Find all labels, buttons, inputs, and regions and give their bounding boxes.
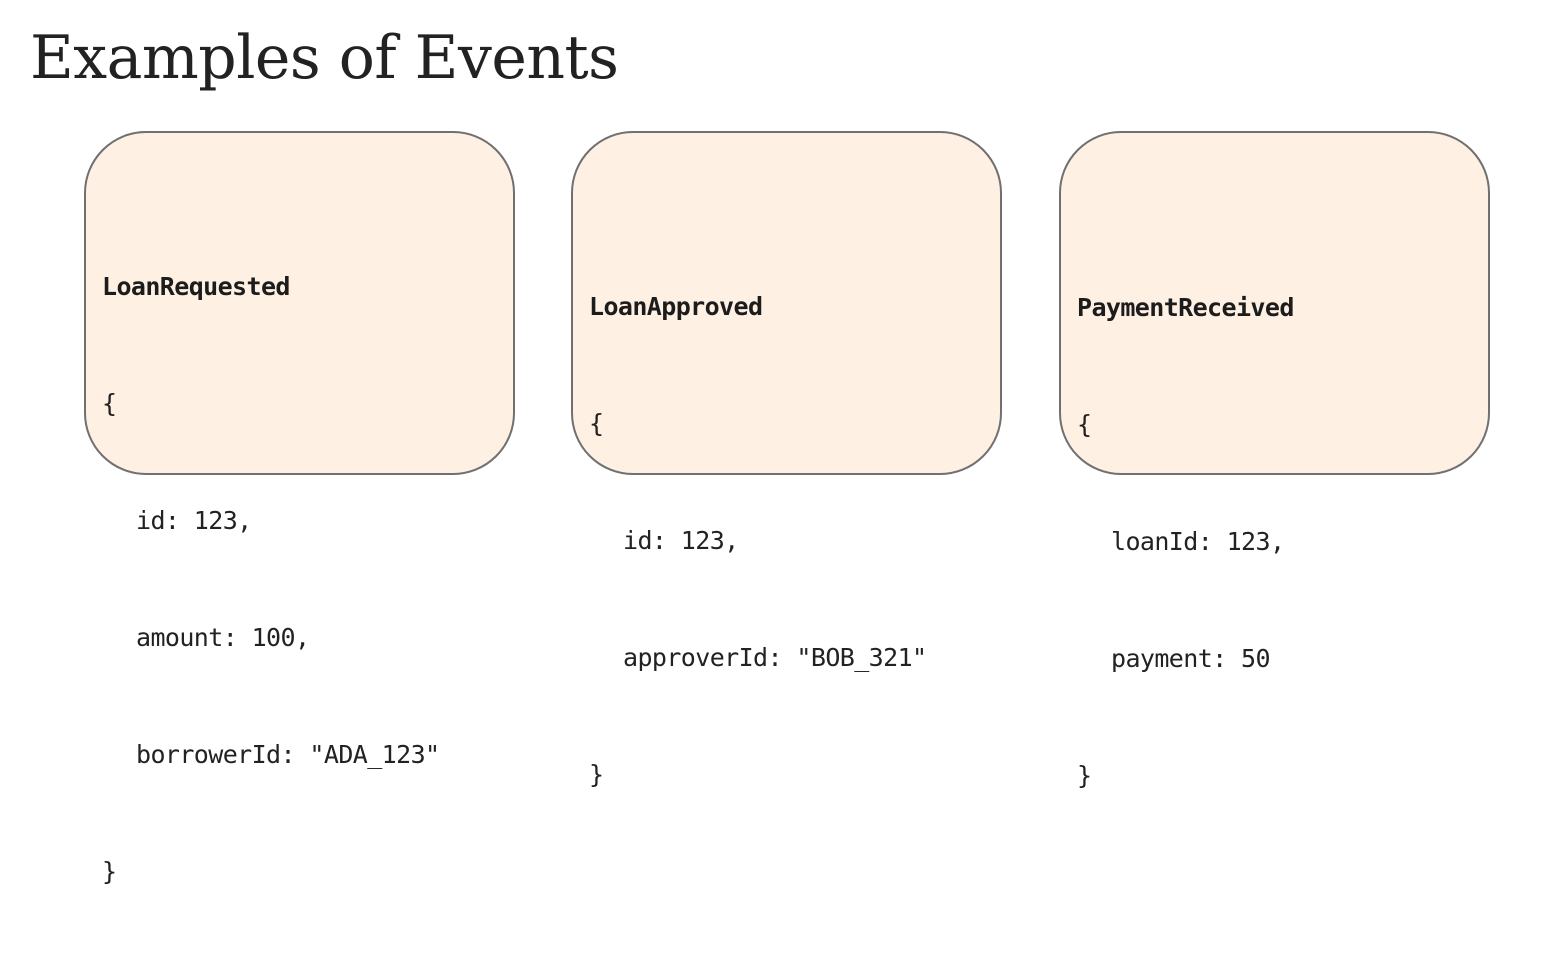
field-line: borrowerId: "ADA_123" — [136, 740, 440, 769]
event-name: LoanApproved — [589, 292, 763, 321]
event-code-block: LoanApproved { id: 123, approverId: "BOB… — [589, 209, 927, 872]
close-brace: } — [102, 857, 117, 886]
event-card-loan-requested: LoanRequested { id: 123, amount: 100, bo… — [84, 131, 515, 886]
event-card-payment-received: PaymentReceived { loanId: 123, payment: … — [1059, 131, 1490, 790]
event-code-block: LoanRequested { id: 123, amount: 100, bo… — [102, 189, 440, 969]
close-brace: } — [1077, 761, 1092, 790]
field-line: id: 123, — [136, 506, 252, 535]
field-line: payment: 50 — [1111, 644, 1271, 673]
close-brace: } — [589, 760, 604, 789]
event-name: LoanRequested — [102, 272, 290, 301]
field-line: id: 123, — [623, 526, 739, 555]
field-line: loanId: 123, — [1111, 527, 1285, 556]
field-line: amount: 100, — [136, 623, 310, 652]
open-brace: { — [1077, 410, 1092, 439]
event-code-block: PaymentReceived { loanId: 123, payment: … — [1077, 210, 1294, 873]
open-brace: { — [102, 389, 117, 418]
event-name: PaymentReceived — [1077, 293, 1294, 322]
open-brace: { — [589, 409, 604, 438]
event-card-loan-approved: LoanApproved { id: 123, approverId: "BOB… — [571, 131, 1002, 789]
field-line: approverId: "BOB_321" — [623, 643, 927, 672]
page-title: Examples of Events — [30, 23, 619, 93]
